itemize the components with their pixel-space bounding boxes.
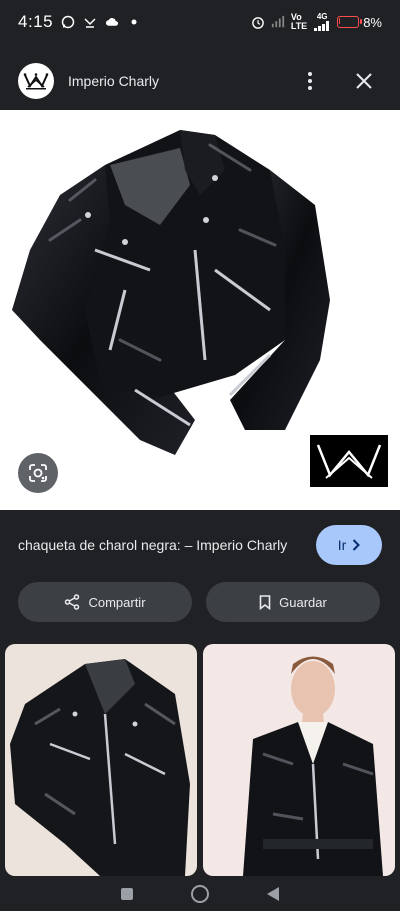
status-left: 4:15 bbox=[18, 12, 141, 32]
battery-percent: 8% bbox=[363, 14, 382, 30]
system-nav-bar bbox=[0, 876, 400, 911]
site-name[interactable]: Imperio Charly bbox=[68, 73, 292, 89]
share-label: Compartir bbox=[88, 594, 146, 610]
cloud-icon bbox=[105, 15, 119, 29]
network-type: 4G bbox=[316, 12, 328, 21]
main-product-image[interactable] bbox=[0, 110, 400, 510]
whatsapp-icon bbox=[61, 15, 75, 29]
no-signal-icon bbox=[271, 15, 285, 29]
signal-group: 4G bbox=[313, 13, 331, 31]
crown-logo-icon bbox=[23, 73, 49, 90]
related-model-image-2 bbox=[243, 656, 383, 876]
share-icon bbox=[65, 594, 80, 610]
bookmark-icon bbox=[259, 594, 271, 610]
share-button[interactable]: Compartir bbox=[18, 582, 192, 622]
result-caption[interactable]: chaqueta de charol negra: – Imperio Char… bbox=[18, 537, 316, 553]
actions-row: Compartir Guardar bbox=[18, 582, 380, 622]
volte-bottom: LTE bbox=[290, 21, 308, 31]
related-jacket-image-1 bbox=[10, 659, 190, 876]
related-image-1[interactable] bbox=[5, 644, 197, 876]
dot-icon bbox=[127, 15, 141, 29]
home-button[interactable] bbox=[188, 882, 212, 906]
status-bar: 4:15 Vo LTE 4G 8% bbox=[0, 0, 400, 44]
chevron-right-icon bbox=[353, 539, 361, 551]
go-button-label: Ir bbox=[337, 537, 347, 553]
missed-call-icon bbox=[83, 15, 97, 29]
recents-icon bbox=[120, 887, 133, 900]
result-caption-row: chaqueta de charol negra: – Imperio Char… bbox=[0, 520, 400, 570]
battery-icon bbox=[337, 16, 363, 28]
battery: 8% bbox=[337, 15, 382, 30]
volte-indicator: Vo LTE bbox=[291, 13, 307, 31]
status-time: 4:15 bbox=[18, 12, 54, 31]
save-button[interactable]: Guardar bbox=[206, 582, 380, 622]
lens-button[interactable] bbox=[18, 453, 58, 493]
jacket-image bbox=[12, 130, 388, 487]
back-icon bbox=[267, 886, 280, 901]
more-vert-icon bbox=[308, 72, 312, 90]
more-options-button[interactable] bbox=[292, 63, 328, 99]
status-right: Vo LTE 4G 8% bbox=[251, 13, 382, 31]
close-icon bbox=[356, 73, 372, 89]
source-header: Imperio Charly bbox=[0, 52, 400, 110]
close-button[interactable] bbox=[346, 63, 382, 99]
site-logo[interactable] bbox=[18, 63, 54, 99]
back-button[interactable] bbox=[261, 882, 285, 906]
related-images bbox=[5, 644, 395, 876]
home-icon bbox=[190, 884, 209, 903]
go-button[interactable]: Ir bbox=[316, 525, 382, 565]
alarm-icon bbox=[251, 15, 265, 29]
battery-fill bbox=[339, 18, 341, 24]
save-label: Guardar bbox=[279, 594, 327, 610]
signal-icon bbox=[313, 21, 331, 31]
recents-button[interactable] bbox=[115, 882, 139, 906]
related-image-2[interactable] bbox=[203, 644, 395, 876]
lens-icon bbox=[29, 464, 47, 482]
